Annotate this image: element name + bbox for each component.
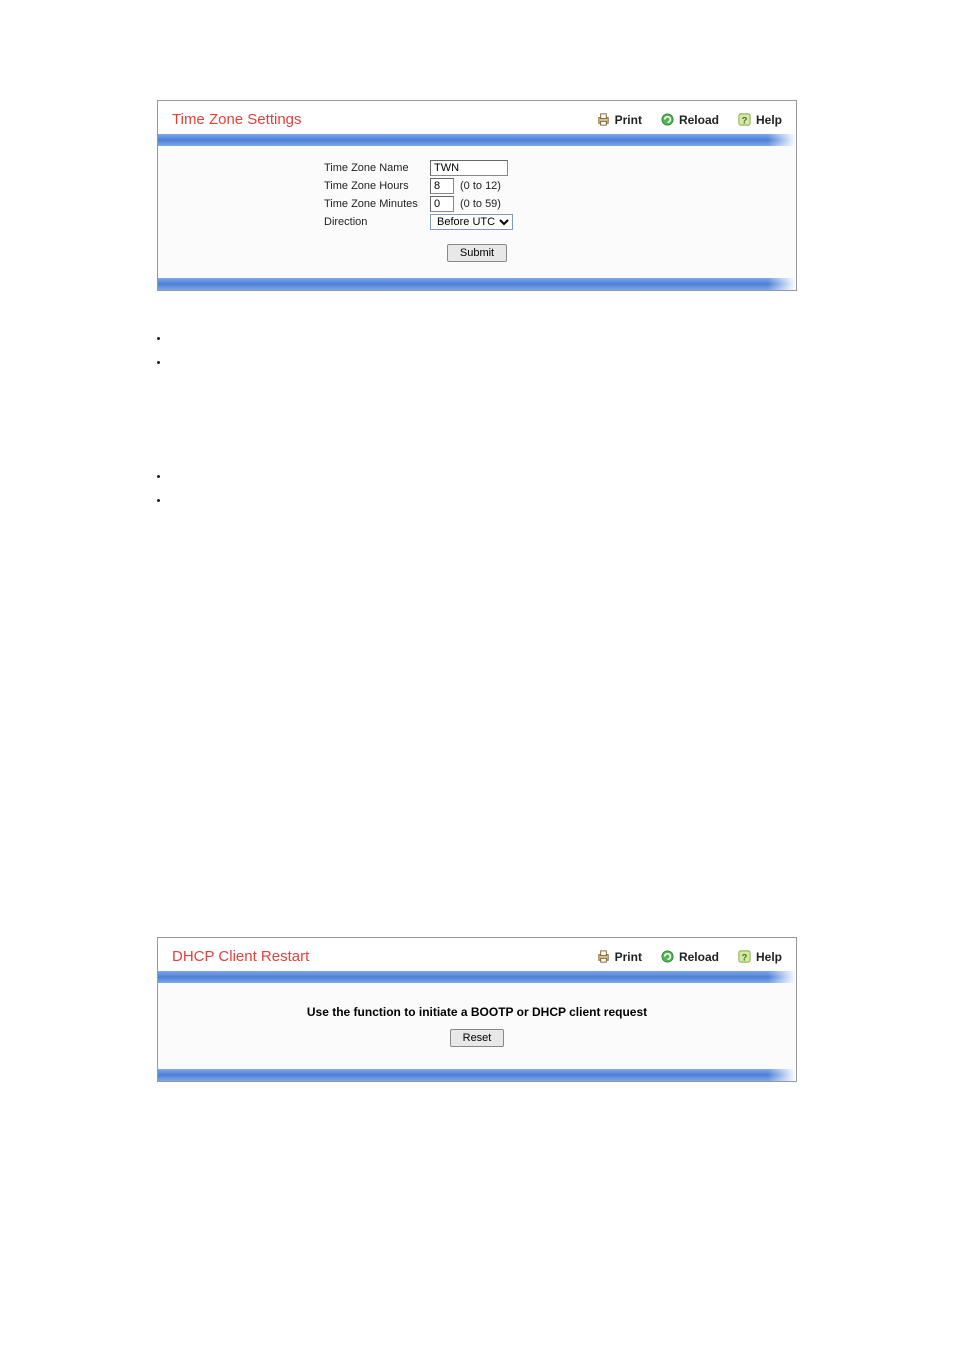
hours-hint: (0 to 12) bbox=[460, 180, 501, 192]
name-label: Time Zone Name bbox=[324, 162, 430, 174]
reload-button[interactable]: Reload bbox=[660, 949, 719, 964]
panel-header: Time Zone Settings Print Reload ? Help bbox=[158, 101, 796, 134]
bullet-item bbox=[170, 469, 954, 493]
help-label: Help bbox=[756, 113, 782, 127]
panel-body: Time Zone Name Time Zone Hours (0 to 12)… bbox=[158, 146, 796, 278]
svg-text:?: ? bbox=[742, 115, 748, 125]
svg-text:?: ? bbox=[742, 952, 748, 962]
header-actions: Print Reload ? Help bbox=[596, 112, 782, 127]
panel-title: DHCP Client Restart bbox=[172, 948, 596, 965]
submit-button[interactable]: Submit bbox=[447, 244, 507, 262]
hours-label: Time Zone Hours bbox=[324, 180, 430, 192]
divider-bar-bottom bbox=[158, 278, 796, 290]
minutes-hint: (0 to 59) bbox=[460, 198, 501, 210]
print-icon bbox=[596, 112, 611, 127]
print-button[interactable]: Print bbox=[596, 949, 642, 964]
direction-row: Direction Before UTC bbox=[168, 214, 786, 230]
header-actions: Print Reload ? Help bbox=[596, 949, 782, 964]
bullet-list-1 bbox=[170, 331, 954, 379]
help-icon: ? bbox=[737, 949, 752, 964]
bullet-list-2 bbox=[170, 469, 954, 517]
divider-bar-bottom bbox=[158, 1069, 796, 1081]
minutes-label: Time Zone Minutes bbox=[324, 198, 430, 210]
dhcp-description: Use the function to initiate a BOOTP or … bbox=[168, 997, 786, 1019]
print-label: Print bbox=[615, 113, 642, 127]
time-zone-settings-panel: Time Zone Settings Print Reload ? Help bbox=[157, 100, 797, 291]
reload-label: Reload bbox=[679, 113, 719, 127]
panel-title: Time Zone Settings bbox=[172, 111, 596, 128]
reload-icon bbox=[660, 112, 675, 127]
bullet-item bbox=[170, 493, 954, 517]
reload-label: Reload bbox=[679, 950, 719, 964]
reload-icon bbox=[660, 949, 675, 964]
help-label: Help bbox=[756, 950, 782, 964]
bullet-item bbox=[170, 331, 954, 355]
print-icon bbox=[596, 949, 611, 964]
timezone-name-input[interactable] bbox=[430, 160, 508, 176]
direction-select[interactable]: Before UTC bbox=[430, 214, 513, 230]
minutes-row: Time Zone Minutes (0 to 59) bbox=[168, 196, 786, 212]
divider-bar bbox=[158, 971, 796, 983]
bullet-item bbox=[170, 355, 954, 379]
timezone-hours-input[interactable] bbox=[430, 178, 454, 194]
panel-body: Use the function to initiate a BOOTP or … bbox=[158, 983, 796, 1069]
print-label: Print bbox=[615, 950, 642, 964]
divider-bar bbox=[158, 134, 796, 146]
reset-button[interactable]: Reset bbox=[450, 1029, 505, 1047]
timezone-minutes-input[interactable] bbox=[430, 196, 454, 212]
panel-header: DHCP Client Restart Print Reload ? Help bbox=[158, 938, 796, 971]
name-row: Time Zone Name bbox=[168, 160, 786, 176]
help-button[interactable]: ? Help bbox=[737, 949, 782, 964]
print-button[interactable]: Print bbox=[596, 112, 642, 127]
help-button[interactable]: ? Help bbox=[737, 112, 782, 127]
dhcp-client-restart-panel: DHCP Client Restart Print Reload ? Help bbox=[157, 937, 797, 1082]
reload-button[interactable]: Reload bbox=[660, 112, 719, 127]
direction-label: Direction bbox=[324, 216, 430, 228]
hours-row: Time Zone Hours (0 to 12) bbox=[168, 178, 786, 194]
help-icon: ? bbox=[737, 112, 752, 127]
